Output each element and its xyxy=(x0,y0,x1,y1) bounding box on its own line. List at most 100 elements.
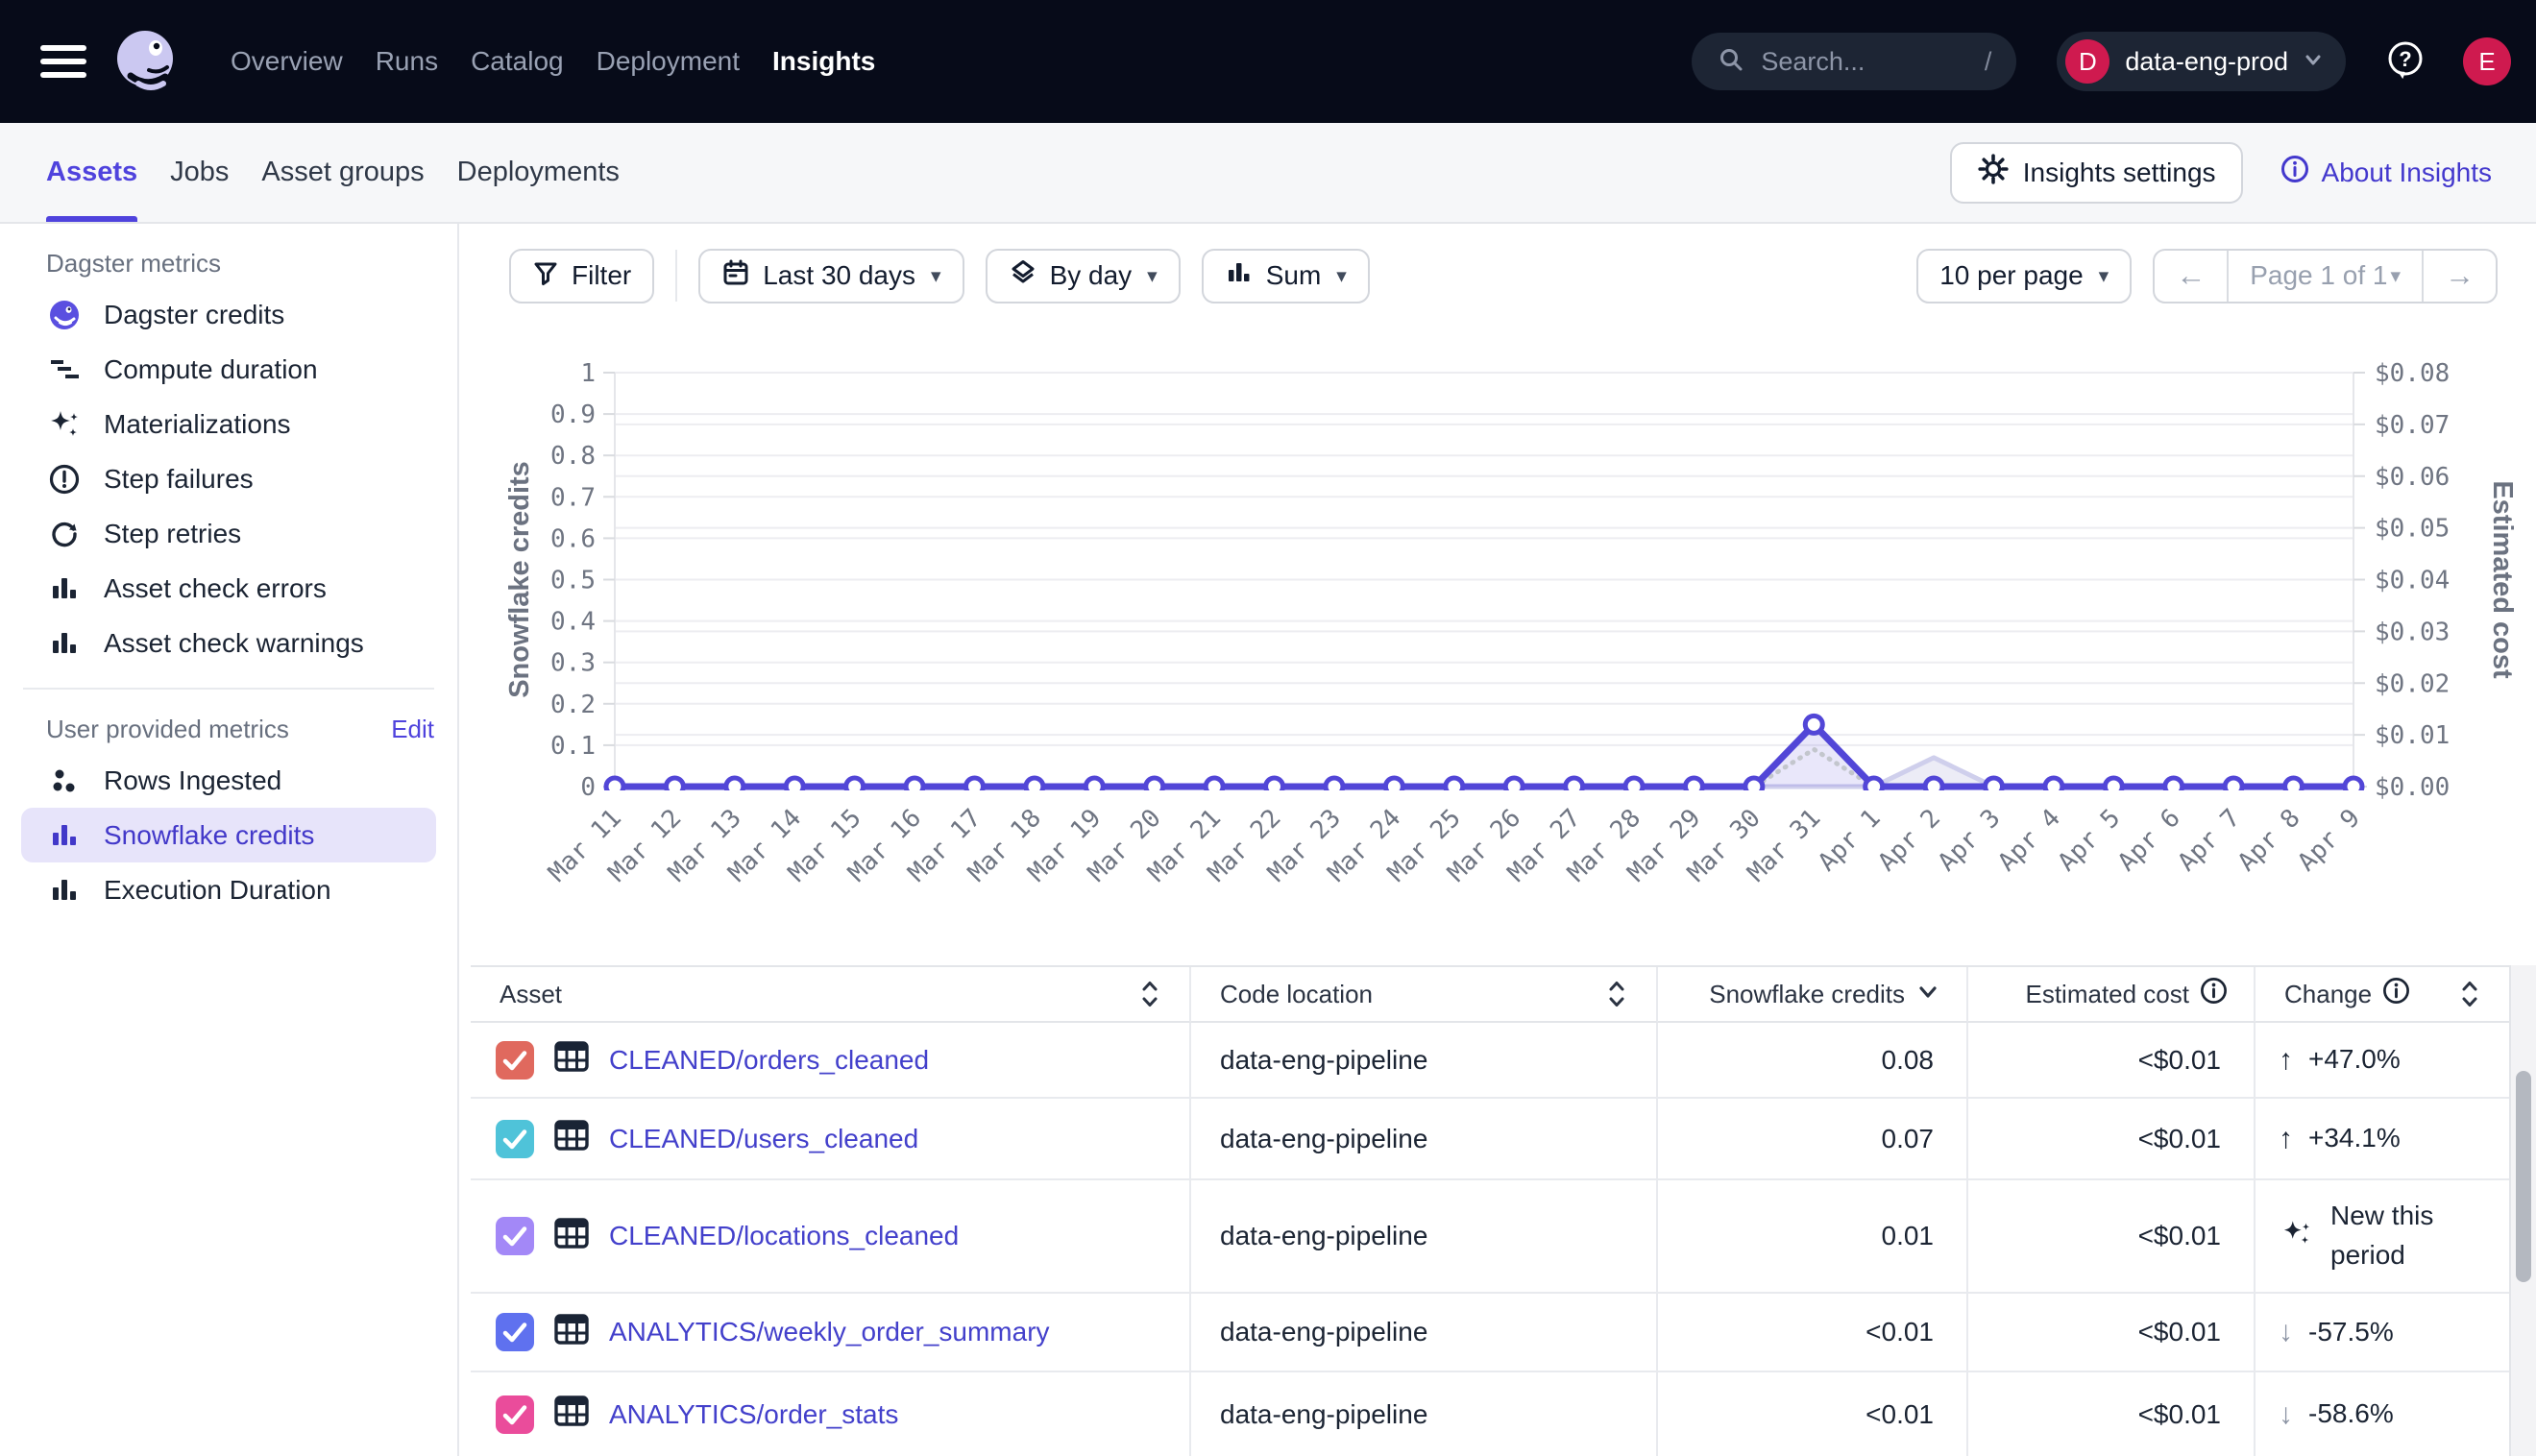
main-content: Filter Last 30 days By day xyxy=(459,224,2536,1456)
svg-text:Apr 2: Apr 2 xyxy=(1872,804,1946,878)
search-icon xyxy=(1717,45,1745,79)
dagster-logo-icon[interactable] xyxy=(113,28,181,95)
per-page-label: 10 per page xyxy=(1939,260,2083,291)
bar-chart-icon xyxy=(46,817,83,854)
svg-text:0.4: 0.4 xyxy=(550,608,596,637)
sidebar-item-compute-duration[interactable]: Compute duration xyxy=(21,342,436,397)
sidebar-item-label: Asset check warnings xyxy=(104,628,364,659)
sidebar-item-step-failures[interactable]: Step failures xyxy=(21,451,436,506)
asset-checkbox[interactable] xyxy=(496,1041,534,1080)
sort-icon[interactable] xyxy=(1602,978,1631,1010)
top-nav-item-deployment[interactable]: Deployment xyxy=(597,46,740,77)
insights-settings-button[interactable]: Insights settings xyxy=(1950,142,2243,204)
about-insights-link[interactable]: About Insights xyxy=(2280,154,2492,191)
sidebar-item-label: Execution Duration xyxy=(104,875,331,906)
asset-link[interactable]: ANALYTICS/order_stats xyxy=(609,1399,898,1430)
table-scrollbar[interactable] xyxy=(2509,965,2536,1456)
help-icon[interactable]: ? xyxy=(2384,38,2426,85)
group-by-button[interactable]: By day xyxy=(986,249,1181,303)
toolbar-divider xyxy=(675,250,677,302)
tab-asset-groups[interactable]: Asset groups xyxy=(261,123,424,222)
scrollbar-thumb[interactable] xyxy=(2516,1071,2531,1282)
asset-checkbox[interactable] xyxy=(496,1120,534,1158)
svg-text:$0.07: $0.07 xyxy=(2375,411,2450,440)
top-nav-item-insights[interactable]: Insights xyxy=(772,46,875,77)
column-header-change[interactable]: Change xyxy=(2256,967,2509,1023)
column-header-estimated-cost[interactable]: Estimated cost xyxy=(1968,967,2256,1023)
page-select[interactable]: Page 1 of 1 xyxy=(2227,251,2422,302)
top-nav-item-catalog[interactable]: Catalog xyxy=(471,46,564,77)
column-header-code-location[interactable]: Code location xyxy=(1191,967,1658,1023)
previous-page-button[interactable]: ← xyxy=(2155,251,2227,302)
tab-jobs[interactable]: Jobs xyxy=(170,123,229,222)
tab-assets[interactable]: Assets xyxy=(46,123,137,222)
sub-nav: Assets Jobs Asset groups Deployments Insigh… xyxy=(0,123,2536,224)
table-grid-icon xyxy=(551,1391,592,1438)
sidebar-item-snowflake-credits[interactable]: Snowflake credits xyxy=(21,808,436,862)
pager: ← Page 1 of 1 → xyxy=(2153,249,2498,303)
error-circle-icon xyxy=(46,461,83,497)
bar-chart-icon xyxy=(46,570,83,607)
svg-text:$0.04: $0.04 xyxy=(2375,567,2450,595)
sidebar-item-asset-check-errors[interactable]: Asset check errors xyxy=(21,561,436,616)
sidebar-item-asset-check-warnings[interactable]: Asset check warnings xyxy=(21,616,436,670)
asset-link[interactable]: CLEANED/locations_cleaned xyxy=(609,1221,959,1251)
asset-link[interactable]: ANALYTICS/weekly_order_summary xyxy=(609,1317,1050,1347)
org-switcher[interactable]: D data-eng-prod xyxy=(2057,32,2346,91)
sidebar-item-execution-duration[interactable]: Execution Duration xyxy=(21,862,436,917)
column-header-snowflake-credits[interactable]: Snowflake credits xyxy=(1658,967,1968,1023)
asset-cell: ANALYTICS/order_stats xyxy=(471,1372,1191,1456)
next-page-button[interactable]: → xyxy=(2422,251,2496,302)
credits-cell: <0.01 xyxy=(1658,1372,1968,1456)
user-avatar[interactable]: E xyxy=(2463,37,2511,85)
asset-checkbox[interactable] xyxy=(496,1313,534,1351)
per-page-button[interactable]: 10 per page xyxy=(1916,249,2132,303)
sidebar-section-header: Dagster metrics xyxy=(0,239,457,287)
asset-cell: ANALYTICS/weekly_order_summary xyxy=(471,1294,1191,1372)
aggregation-button[interactable]: Sum xyxy=(1202,249,1370,303)
sidebar: Dagster metricsDagster creditsCompute du… xyxy=(0,224,459,1456)
tab-deployments[interactable]: Deployments xyxy=(457,123,620,222)
arrow-down-icon: ↓ xyxy=(2279,1398,2293,1431)
top-nav-items: Overview Runs Catalog Deployment Insights xyxy=(231,46,875,77)
code-location-cell: data-eng-pipeline xyxy=(1191,1294,1658,1372)
sidebar-item-dagster-credits[interactable]: Dagster credits xyxy=(21,287,436,342)
filter-icon xyxy=(532,259,559,293)
filter-button[interactable]: Filter xyxy=(509,249,654,303)
group-by-label: By day xyxy=(1050,260,1133,291)
asset-link[interactable]: CLEANED/orders_cleaned xyxy=(609,1045,929,1076)
sort-icon[interactable] xyxy=(2455,978,2484,1010)
sidebar-item-label: Step retries xyxy=(104,519,241,549)
top-nav: OverviewRunsCatalogDeploymentInsights / … xyxy=(0,0,2536,123)
search-bar[interactable]: / xyxy=(1692,33,2016,90)
column-label: Estimated cost xyxy=(2025,980,2189,1009)
sidebar-item-rows-ingested[interactable]: Rows Ingested xyxy=(21,753,436,808)
top-nav-item-runs[interactable]: Runs xyxy=(376,46,438,77)
asset-link[interactable]: CLEANED/users_cleaned xyxy=(609,1124,918,1154)
chevron-down-icon xyxy=(2302,48,2325,76)
hamburger-menu-icon[interactable] xyxy=(40,45,86,78)
asset-checkbox[interactable] xyxy=(496,1395,534,1434)
snowflake-credits-chart[interactable]: 00.10.20.30.40.50.60.70.80.91$0.00$0.01$… xyxy=(459,326,2536,931)
table-grid-icon xyxy=(551,1115,592,1162)
svg-text:0.2: 0.2 xyxy=(550,691,596,719)
sidebar-item-materializations[interactable]: Materializations xyxy=(21,397,436,451)
table-grid-icon xyxy=(551,1036,592,1083)
asset-checkbox[interactable] xyxy=(496,1217,534,1255)
insights-settings-label: Insights settings xyxy=(2023,158,2216,188)
sort-icon[interactable] xyxy=(1135,978,1164,1010)
credits-value: <0.01 xyxy=(1865,1317,1934,1347)
sidebar-item-label: Asset check errors xyxy=(104,573,327,604)
date-range-button[interactable]: Last 30 days xyxy=(698,249,963,303)
table-row: CLEANED/orders_cleaneddata-eng-pipeline0… xyxy=(471,1023,2509,1099)
table-row: ANALYTICS/weekly_order_summary data-eng-p… xyxy=(471,1294,2509,1372)
search-input[interactable] xyxy=(1761,47,1984,77)
top-nav-item-overview[interactable]: Overview xyxy=(231,46,343,77)
column-label: Asset xyxy=(500,980,562,1009)
table-header: Asset Code locationSnowflake credits Estim… xyxy=(471,967,2509,1023)
edit-metrics-link[interactable]: Edit xyxy=(391,715,434,744)
column-header-asset[interactable]: Asset xyxy=(471,967,1191,1023)
sidebar-item-step-retries[interactable]: Step retries xyxy=(21,506,436,561)
sort-desc-icon xyxy=(1914,978,1941,1011)
svg-text:0.6: 0.6 xyxy=(550,524,596,553)
